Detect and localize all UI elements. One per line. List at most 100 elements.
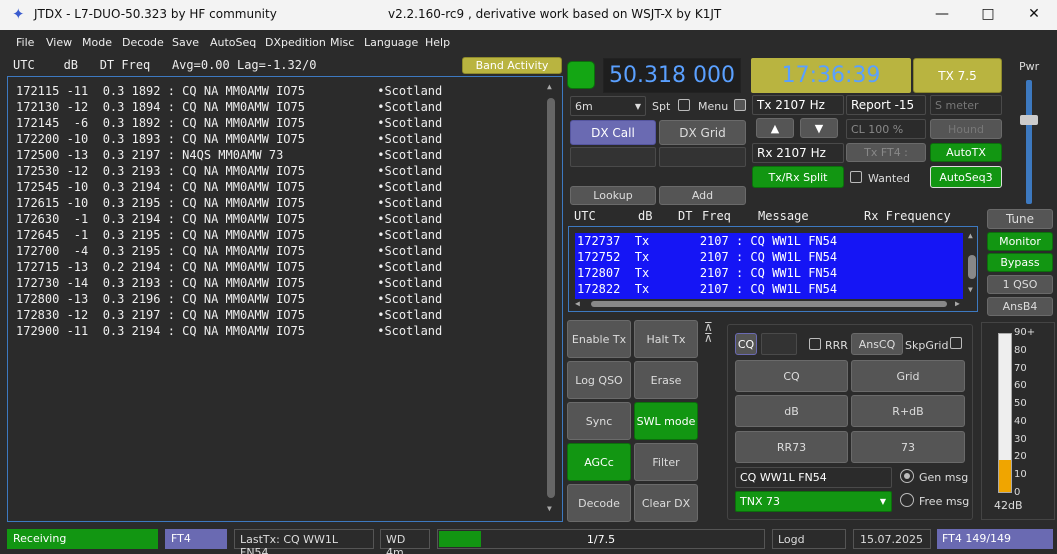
freq-up-button[interactable]: ▲: [756, 118, 794, 138]
ansb4-button[interactable]: AnsB4: [987, 297, 1053, 316]
scroll-thumb[interactable]: [591, 301, 947, 307]
band-activity-button[interactable]: Band Activity: [462, 57, 562, 74]
menu-misc[interactable]: Misc: [330, 36, 354, 49]
rx-frequency-spinbox[interactable]: Rx 2107 Hz: [752, 143, 844, 163]
bypass-button[interactable]: Bypass: [987, 253, 1053, 272]
enable-tx-button[interactable]: Enable Tx: [567, 320, 631, 358]
decode-row[interactable]: 172545 -10 0.3 2194 : CQ NA MM0AMW IO75 …: [16, 179, 562, 195]
scroll-right-icon[interactable]: ▶: [955, 299, 960, 308]
dx-call-input[interactable]: [570, 147, 656, 167]
scroll-down-icon[interactable]: ▼: [968, 285, 973, 294]
rrr-checkbox[interactable]: [809, 338, 821, 350]
tx-button[interactable]: TX 7.5: [913, 58, 1002, 93]
menu-decode[interactable]: Decode: [122, 36, 164, 49]
dx-grid-button[interactable]: DX Grid: [659, 120, 746, 145]
tune-button[interactable]: Tune: [987, 209, 1053, 229]
menu-language[interactable]: Language: [364, 36, 418, 49]
decode-row[interactable]: 172900 -11 0.3 2194 : CQ NA MM0AMW IO75 …: [16, 323, 562, 339]
menu-checkbox[interactable]: [734, 99, 746, 111]
menu-save[interactable]: Save: [172, 36, 199, 49]
scroll-up-icon[interactable]: ▲: [968, 231, 973, 240]
decode-row[interactable]: 172630 -1 0.3 2194 : CQ NA MM0AMW IO75 •…: [16, 211, 562, 227]
power-slider-track[interactable]: [1026, 80, 1032, 204]
free-msg-select[interactable]: TNX 73 ▼: [735, 491, 892, 512]
tx-row[interactable]: 172822 Tx 2107 : CQ WW1L FN54: [577, 281, 963, 297]
cq-checkbox-button[interactable]: CQ: [735, 333, 757, 355]
halt-tx-button[interactable]: Halt Tx: [634, 320, 698, 358]
tx-row[interactable]: 172752 Tx 2107 : CQ WW1L FN54: [577, 249, 963, 265]
decode-row[interactable]: 172830 -12 0.3 2197 : CQ NA MM0AMW IO75 …: [16, 307, 562, 323]
gen-msg-radio[interactable]: [900, 469, 914, 483]
band-select[interactable]: 6m ▼: [570, 96, 646, 116]
scroll-thumb[interactable]: [968, 255, 976, 279]
menu-dxpedition[interactable]: DXpedition: [265, 36, 326, 49]
decode-row[interactable]: 172145 -6 0.3 1892 : CQ NA MM0AMW IO75 •…: [16, 115, 562, 131]
scroll-up-icon[interactable]: ▲: [547, 82, 552, 91]
skpgrid-checkbox[interactable]: [950, 337, 962, 349]
tx-ft4-button[interactable]: Tx FT4 :: [846, 143, 926, 162]
decode-row[interactable]: 172615 -10 0.3 2195 : CQ NA MM0AMW IO75 …: [16, 195, 562, 211]
filter-button[interactable]: Filter: [634, 443, 698, 481]
menu-autoseq[interactable]: AutoSeq: [210, 36, 256, 49]
clear-dx-button[interactable]: Clear DX: [634, 484, 698, 522]
wanted-checkbox[interactable]: [850, 171, 862, 183]
scroll-down-icon[interactable]: ▼: [547, 504, 552, 513]
log-qso-button[interactable]: Log QSO: [567, 361, 631, 399]
scroll-left-icon[interactable]: ◀: [575, 299, 580, 308]
maximize-button[interactable]: □: [965, 0, 1011, 30]
free-msg-radio[interactable]: [900, 493, 914, 507]
tx-row[interactable]: 172807 Tx 2107 : CQ WW1L FN54: [577, 265, 963, 281]
decode-row[interactable]: 172130 -12 0.3 1894 : CQ NA MM0AMW IO75 …: [16, 99, 562, 115]
freq-down-button[interactable]: ▼: [800, 118, 838, 138]
hound-button[interactable]: Hound: [930, 119, 1002, 139]
monitor-button[interactable]: Monitor: [987, 232, 1053, 251]
tx-first-toggle-icon[interactable]: ⊼ ⊼: [704, 321, 713, 344]
decode-row[interactable]: 172115 -11 0.3 1892 : CQ NA MM0AMW IO75 …: [16, 83, 562, 99]
73-message-button[interactable]: 73: [851, 431, 965, 463]
dx-grid-input[interactable]: [659, 147, 746, 167]
tx-frequency-spinbox[interactable]: Tx 2107 Hz: [752, 95, 844, 115]
decode-row[interactable]: 172200 -10 0.3 1893 : CQ NA MM0AMW IO75 …: [16, 131, 562, 147]
minimize-button[interactable]: —: [919, 0, 965, 30]
decode-row[interactable]: 172715 -13 0.2 2194 : CQ NA MM0AMW IO75 …: [16, 259, 562, 275]
txrx-split-button[interactable]: Tx/Rx Split: [752, 166, 844, 188]
menu-view[interactable]: View: [46, 36, 72, 49]
report-spinbox[interactable]: Report -15: [846, 95, 926, 115]
tx-row[interactable]: 172737 Tx 2107 : CQ WW1L FN54: [577, 233, 963, 249]
band-activity-scrollbar[interactable]: ▲ ▼: [545, 80, 557, 520]
close-button[interactable]: ✕: [1011, 0, 1057, 30]
anscq-button[interactable]: AnsCQ: [851, 333, 903, 355]
sync-button[interactable]: Sync: [567, 402, 631, 440]
scroll-thumb[interactable]: [547, 98, 555, 498]
frequency-display[interactable]: 50.318 000: [603, 58, 741, 93]
band-activity-list[interactable]: 172115 -11 0.3 1892 : CQ NA MM0AMW IO75 …: [7, 76, 563, 522]
db-message-button[interactable]: dB: [735, 395, 848, 427]
decode-row[interactable]: 172800 -13 0.3 2196 : CQ NA MM0AMW IO75 …: [16, 291, 562, 307]
decode-row[interactable]: 172730 -14 0.3 2193 : CQ NA MM0AMW IO75 …: [16, 275, 562, 291]
rdb-message-button[interactable]: R+dB: [851, 395, 965, 427]
rx-scrollbar-horizontal[interactable]: ◀ ▶: [575, 299, 965, 309]
rr73-message-button[interactable]: RR73: [735, 431, 848, 463]
menu-file[interactable]: File: [16, 36, 34, 49]
autoseq3-button[interactable]: AutoSeq3: [930, 166, 1002, 188]
power-slider-handle[interactable]: [1020, 115, 1038, 125]
decode-row[interactable]: 172500 -13 0.3 2197 : N4QS MM0AMW 73 •Sc…: [16, 147, 562, 163]
decode-row[interactable]: 172530 -12 0.3 2193 : CQ NA MM0AMW IO75 …: [16, 163, 562, 179]
decode-row[interactable]: 172645 -1 0.3 2195 : CQ NA MM0AMW IO75 •…: [16, 227, 562, 243]
cl-spinbox[interactable]: CL 100 %: [846, 119, 926, 139]
decode-button[interactable]: Decode: [567, 484, 631, 522]
dx-call-button[interactable]: DX Call: [570, 120, 656, 145]
swl-mode-button[interactable]: SWL mode: [634, 402, 698, 440]
decode-row[interactable]: 172700 -4 0.3 2195 : CQ NA MM0AMW IO75 •…: [16, 243, 562, 259]
menu-help[interactable]: Help: [425, 36, 450, 49]
lookup-button[interactable]: Lookup: [570, 186, 656, 205]
agcc-button[interactable]: AGCc: [567, 443, 631, 481]
rx-frequency-list[interactable]: 172737 Tx 2107 : CQ WW1L FN54 172752 Tx 2…: [568, 226, 978, 312]
gen-msg-input[interactable]: CQ WW1L FN54: [735, 467, 892, 488]
menu-mode[interactable]: Mode: [82, 36, 112, 49]
grid-message-button[interactable]: Grid: [851, 360, 965, 392]
autotx-button[interactable]: AutoTX: [930, 143, 1002, 162]
cq-modifier-input[interactable]: [761, 333, 797, 355]
spt-checkbox[interactable]: [678, 99, 690, 111]
erase-button[interactable]: Erase: [634, 361, 698, 399]
